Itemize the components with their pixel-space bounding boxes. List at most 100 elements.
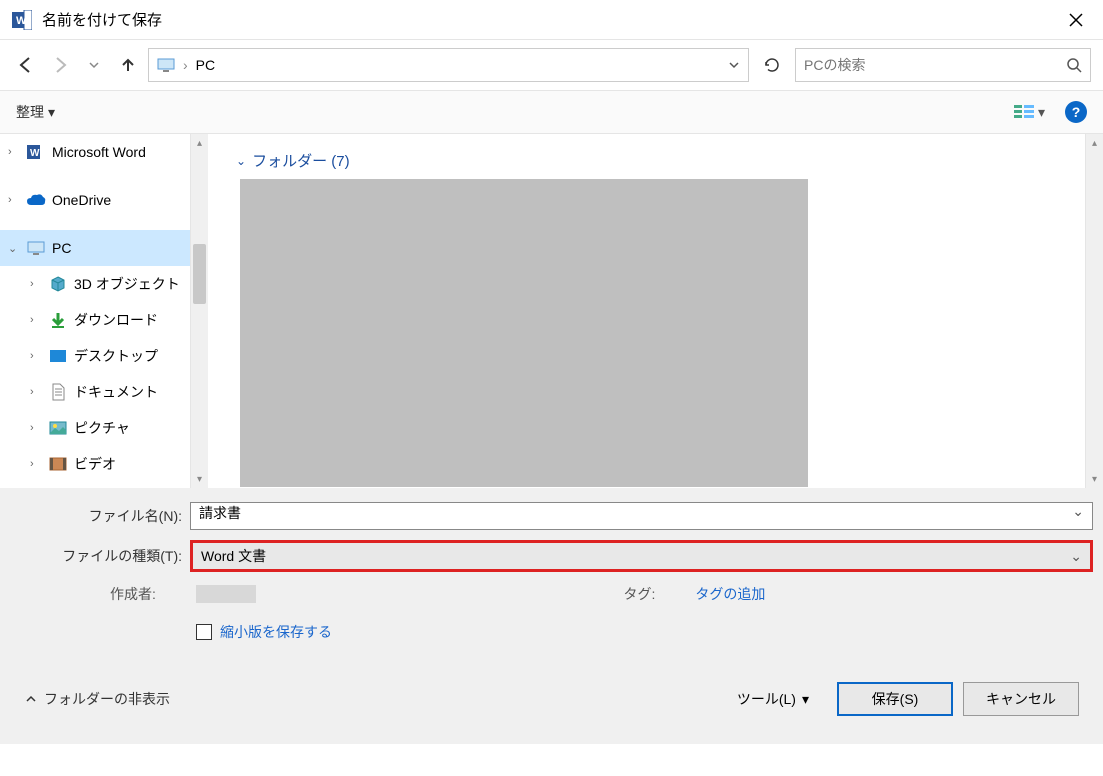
tools-menu[interactable]: ツール(L) ▾ [737,689,809,709]
filetype-dropdown[interactable]: Word 文書 ⌄ [190,540,1093,572]
filename-input[interactable]: 請求書 ⌄ [190,502,1093,530]
tree-label: ダウンロード [74,310,158,330]
chevron-right-icon[interactable]: › [30,350,42,362]
cancel-button[interactable]: キャンセル [963,682,1079,716]
videos-icon [48,454,68,474]
arrow-up-icon [118,55,138,75]
chevron-right-icon[interactable]: › [30,314,42,326]
breadcrumb-pc[interactable]: PC [196,57,215,73]
tree-label: ビデオ [74,454,116,474]
titlebar: W 名前を付けて保存 [0,0,1103,40]
chevron-down-icon: ▾ [1038,104,1045,121]
tree-label: ピクチャ [74,418,130,438]
tree-label: ドキュメント [74,382,158,402]
tools-label: ツール(L) [737,689,796,709]
pc-icon [157,58,175,72]
refresh-button[interactable] [755,48,789,82]
tree-item-onedrive[interactable]: › OneDrive [0,182,208,218]
close-button[interactable] [1061,9,1091,31]
onedrive-icon [26,190,46,210]
chevron-right-icon[interactable]: › [30,386,42,398]
chevron-right-icon[interactable]: › [8,146,20,158]
svg-text:W: W [16,15,27,27]
tree-item-downloads[interactable]: › ダウンロード [0,302,208,338]
add-tag-button[interactable]: タグの追加 [695,584,765,604]
scroll-thumb[interactable] [193,244,206,304]
up-button[interactable] [114,51,142,79]
recent-dropdown[interactable] [80,51,108,79]
address-bar[interactable]: › PC [148,48,749,82]
scroll-down-icon[interactable]: ▾ [191,470,208,488]
tree-item-desktop[interactable]: › デスクトップ [0,338,208,374]
scroll-up-icon[interactable]: ▴ [1086,134,1103,152]
filetype-row: ファイルの種類(T): Word 文書 ⌄ [10,540,1093,572]
thumbnail-row: 縮小版を保存する [10,622,1093,642]
chevron-up-icon [24,692,38,706]
thumbnail-checkbox[interactable] [196,624,212,640]
scroll-down-icon[interactable]: ▾ [1086,470,1103,488]
chevron-down-icon[interactable]: ⌄ [1072,503,1084,520]
scroll-up-icon[interactable]: ▴ [191,134,208,152]
tree-item-3d-objects[interactable]: › 3D オブジェクト [0,266,208,302]
address-dropdown[interactable] [728,59,740,71]
cancel-label: キャンセル [986,689,1056,709]
tree-scrollbar[interactable]: ▴ ▾ [190,134,208,488]
hide-folders-button[interactable]: フォルダーの非表示 [24,689,170,709]
word-icon: W [26,142,46,162]
organize-menu[interactable]: 整理 ▾ [16,102,55,122]
main-area: › W Microsoft Word › OneDrive ⌄ PC › 3D … [0,134,1103,488]
hide-folders-label: フォルダーの非表示 [44,689,170,709]
filetype-label: ファイルの種類(T): [10,546,190,566]
tree-label: 3D オブジェクト [74,274,180,294]
meta-row: 作成者: タグ: タグの追加 [10,584,1093,604]
forward-button[interactable] [46,51,74,79]
tree-item-word[interactable]: › W Microsoft Word [0,134,208,170]
help-button[interactable]: ? [1065,101,1087,123]
pc-icon [26,238,46,258]
content-pane: ⌄ フォルダー (7) ▴ ▾ [208,134,1103,488]
chevron-right-icon[interactable]: › [30,422,42,434]
pictures-icon [48,418,68,438]
chevron-down-icon [728,59,740,71]
chevron-down-icon: ⌄ [1070,548,1082,565]
view-icon [1014,103,1036,121]
filename-label: ファイル名(N): [10,506,190,526]
chevron-down-icon: ⌄ [236,154,246,168]
folders-group-header[interactable]: ⌄ フォルダー (7) [208,134,1103,179]
chevron-down-icon[interactable]: ⌄ [8,242,20,255]
filename-value: 請求書 [199,505,241,521]
3d-objects-icon [48,274,68,294]
svg-text:W: W [30,148,40,159]
save-button[interactable]: 保存(S) [837,682,953,716]
tree-label: PC [52,240,71,256]
filetype-value: Word 文書 [201,546,266,566]
action-row: フォルダーの非表示 ツール(L) ▾ 保存(S) キャンセル [10,682,1093,732]
content-placeholder [240,179,808,487]
author-value[interactable] [196,585,256,603]
back-button[interactable] [12,51,40,79]
chevron-down-icon: ▾ [48,104,55,121]
content-scrollbar[interactable]: ▴ ▾ [1085,134,1103,488]
tree-item-pictures[interactable]: › ピクチャ [0,410,208,446]
search-box[interactable] [795,48,1091,82]
chevron-right-icon[interactable]: › [8,194,20,206]
chevron-down-icon [88,59,100,71]
thumbnail-label[interactable]: 縮小版を保存する [220,622,332,642]
close-icon [1069,13,1083,27]
tree-item-videos[interactable]: › ビデオ [0,446,208,482]
nav-tree: › W Microsoft Word › OneDrive ⌄ PC › 3D … [0,134,208,488]
tree-label: デスクトップ [74,346,158,366]
tree-item-pc[interactable]: ⌄ PC [0,230,208,266]
chevron-right-icon[interactable]: › [30,458,42,470]
desktop-icon [48,346,68,366]
tag-label: タグ: [624,584,656,604]
tree-item-documents[interactable]: › ドキュメント [0,374,208,410]
folders-header-label: フォルダー (7) [252,150,350,171]
search-input[interactable] [804,57,1066,73]
view-button[interactable]: ▾ [1014,103,1045,121]
bottom-panel: ファイル名(N): 請求書 ⌄ ファイルの種類(T): Word 文書 ⌄ 作成… [0,488,1103,744]
chevron-right-icon[interactable]: › [30,278,42,290]
tree-label: Microsoft Word [52,144,146,160]
search-icon[interactable] [1066,57,1082,73]
filename-row: ファイル名(N): 請求書 ⌄ [10,502,1093,530]
